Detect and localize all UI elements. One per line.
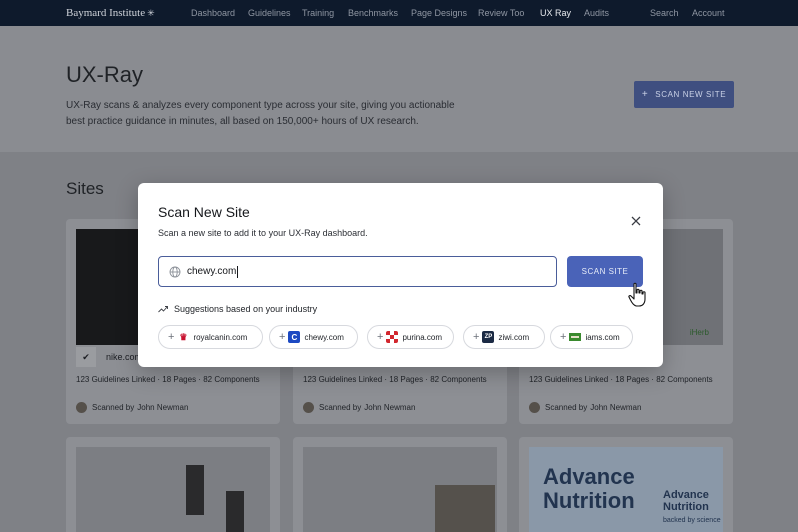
promo-headline: Advance Nutrition: [543, 464, 635, 513]
site-card[interactable]: [66, 437, 280, 532]
sparkle-icon: ✳: [147, 8, 155, 18]
nav-audits[interactable]: Audits: [584, 8, 609, 18]
promo-headline-small: Advance Nutrition: [663, 489, 709, 513]
nav-training[interactable]: Training: [302, 8, 334, 18]
plus-icon: +: [560, 331, 567, 343]
site-meta: 123 Guidelines Linked · 18 Pages · 82 Co…: [529, 375, 713, 384]
site-thumbnail: [303, 447, 497, 532]
nav-review-tool[interactable]: Review Too: [478, 8, 524, 18]
plus-icon: +: [473, 331, 480, 343]
promo-tagline: backed by science: [663, 517, 721, 524]
suggestion-chip-ziwi[interactable]: + ZP ziwi.com: [463, 325, 545, 349]
page-description: UX-Ray scans & analyzes every component …: [66, 100, 455, 127]
scanned-by: Scanned by John Newman: [76, 402, 188, 413]
purina-logo-icon: [386, 331, 399, 343]
suggestion-chip-purina[interactable]: + purina.com: [367, 325, 454, 349]
suggestions-heading: Suggestions based on your industry: [158, 304, 317, 314]
plus-icon: +: [641, 89, 649, 100]
plus-icon: +: [279, 331, 286, 343]
text-caret: [237, 265, 238, 278]
nav-benchmarks[interactable]: Benchmarks: [348, 8, 398, 18]
plus-icon: +: [168, 331, 175, 343]
trending-up-icon: [158, 306, 168, 313]
avatar: [76, 402, 87, 413]
scan-new-site-button[interactable]: + SCAN NEW SITE: [634, 81, 734, 108]
nav-ux-ray[interactable]: UX Ray: [540, 8, 571, 18]
modal-subtitle: Scan a new site to add it to your UX-Ray…: [158, 228, 368, 238]
page-title: UX-Ray: [66, 62, 144, 87]
iherb-text: iHerb: [689, 328, 709, 337]
suggestion-chip-royalcanin[interactable]: + ♛ royalcanin.com: [158, 325, 263, 349]
site-thumbnail: [76, 447, 270, 532]
site-card[interactable]: [293, 437, 507, 532]
nike-logo-icon: ✔: [76, 347, 96, 367]
nav-account[interactable]: Account: [692, 8, 725, 18]
hand-pointer-icon: [628, 282, 646, 307]
modal-title: Scan New Site: [158, 204, 250, 220]
close-icon[interactable]: [629, 214, 643, 228]
top-nav: Baymard Institute ✳ Dashboard Guidelines …: [0, 0, 798, 26]
scan-new-site-modal: Scan New Site Scan a new site to add it …: [138, 183, 663, 367]
royalcanin-logo-icon: ♛: [179, 331, 188, 342]
nav-page-designs[interactable]: Page Designs: [411, 8, 467, 18]
suggestion-chip-chewy[interactable]: + C chewy.com: [269, 325, 358, 349]
site-card[interactable]: Advance Nutrition Advance Nutrition backed…: [519, 437, 733, 532]
globe-icon: [169, 266, 181, 277]
avatar: [529, 402, 540, 413]
product-image: [226, 491, 244, 532]
nav-dashboard[interactable]: Dashboard: [191, 8, 235, 18]
product-image: [186, 465, 204, 515]
product-image: [435, 485, 495, 532]
site-thumbnail: Advance Nutrition Advance Nutrition backed…: [529, 447, 723, 532]
iams-logo-icon: [569, 333, 582, 341]
nav-guidelines[interactable]: Guidelines: [248, 8, 291, 18]
site-meta: 123 Guidelines Linked · 18 Pages · 82 Co…: [303, 375, 487, 384]
avatar: [303, 402, 314, 413]
site-meta: 123 Guidelines Linked · 18 Pages · 82 Co…: [76, 375, 260, 384]
scanned-by: Scanned by John Newman: [303, 402, 415, 413]
baymard-logo[interactable]: Baymard Institute ✳: [66, 7, 155, 19]
chewy-logo-icon: C: [288, 331, 301, 343]
sites-heading: Sites: [66, 179, 104, 198]
site-url-field[interactable]: [158, 256, 557, 287]
scanned-by: Scanned by John Newman: [529, 402, 641, 413]
ziwi-logo-icon: ZP: [482, 331, 495, 343]
nav-search[interactable]: Search: [650, 8, 679, 18]
site-name: ✔ nike.com: [76, 347, 142, 367]
plus-icon: +: [377, 331, 384, 343]
suggestion-chip-iams[interactable]: + iams.com: [550, 325, 633, 349]
site-url-input[interactable]: [187, 266, 387, 277]
